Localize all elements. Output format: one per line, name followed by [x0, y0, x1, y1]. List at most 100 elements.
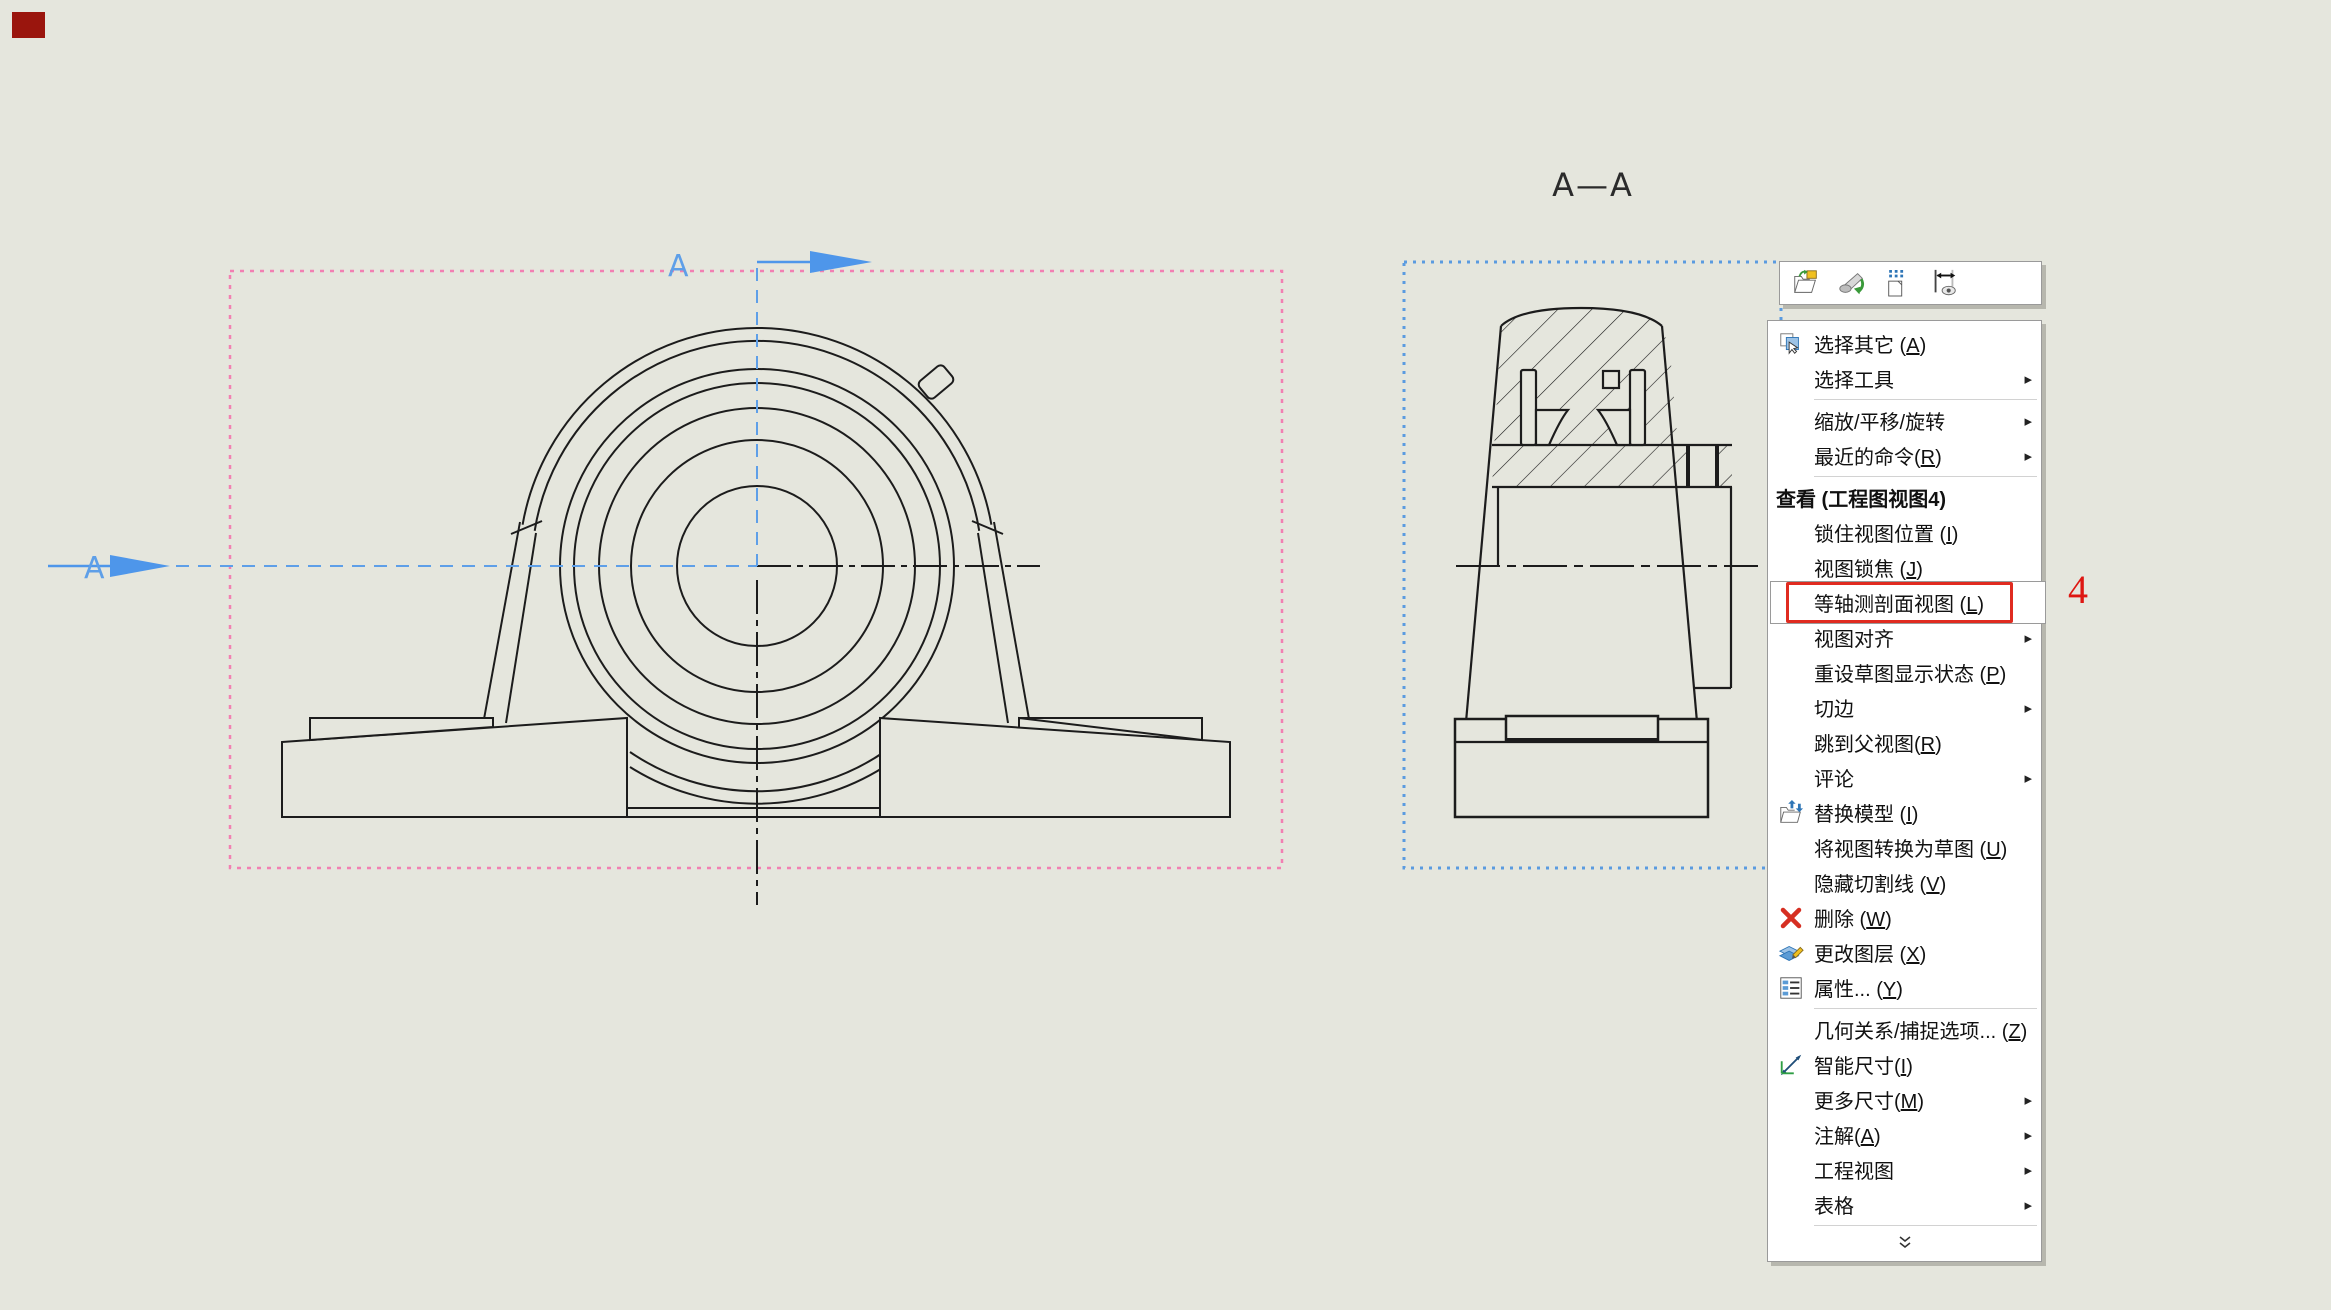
menu-item-label: 视图锁焦 (J)	[1814, 553, 1923, 582]
menu-item-23[interactable]: 智能尺寸(I)	[1768, 1047, 2041, 1082]
menu-item-18[interactable]: 删除 (W)	[1768, 900, 2041, 935]
step-annotation-number: 4	[2068, 566, 2088, 613]
menu-item-icon-spacer	[1768, 1121, 1814, 1149]
section-cut-line	[48, 262, 812, 566]
menu-item-7[interactable]: 锁住视图位置 (I)	[1768, 515, 2041, 550]
menu-item-label: 替换模型 (I)	[1814, 798, 1918, 827]
menu-item-label: 删除 (W)	[1814, 903, 1892, 932]
section-letter-top: A	[668, 249, 689, 284]
menu-separator	[1768, 473, 2041, 480]
menu-item-8[interactable]: 视图锁焦 (J)	[1768, 550, 2041, 585]
menu-item-label: 选择工具	[1814, 364, 1894, 393]
menu-separator	[1768, 1222, 2041, 1229]
drawing-workspace: A A A—A 选择其它 (A)选择工具▸缩放/	[0, 0, 2331, 1310]
menu-item-1[interactable]: 选择工具 ▸	[1768, 361, 2041, 396]
menu-item-19[interactable]: 更改图层 (X)	[1768, 935, 2041, 970]
menu-item-label: 重设草图显示状态 (P)	[1814, 658, 2006, 687]
menu-item-label: 隐藏切割线 (V)	[1814, 868, 1946, 897]
menu-item-25[interactable]: 注解(A) ▸	[1768, 1117, 2041, 1152]
menu-item-label: 查看 (工程图视图4)	[1776, 483, 1946, 512]
smart-dimension-icon	[1768, 1051, 1814, 1079]
submenu-arrow-icon: ▸	[2024, 1161, 2032, 1179]
menu-item-14[interactable]: 评论 ▸	[1768, 760, 2041, 795]
submenu-arrow-icon: ▸	[2024, 1196, 2032, 1214]
menu-item-icon-spacer	[1768, 694, 1814, 722]
menu-item-label: 属性... (Y)	[1814, 973, 1903, 1002]
open-part-icon[interactable]	[1790, 267, 1822, 299]
viewport-column-icon[interactable]	[1882, 267, 1914, 299]
menu-item-label: 视图对齐	[1814, 623, 1894, 652]
menu-item-16[interactable]: 将视图转换为草图 (U)	[1768, 830, 2041, 865]
delete-icon	[1768, 904, 1814, 932]
submenu-arrow-icon: ▸	[2024, 629, 2032, 647]
submenu-arrow-icon: ▸	[2024, 370, 2032, 388]
menu-item-icon-spacer	[1768, 365, 1814, 393]
select-other-icon	[1768, 330, 1814, 358]
menu-item-label: 缩放/平移/旋转	[1814, 406, 1945, 435]
menu-item-label: 锁住视图位置 (I)	[1814, 518, 1958, 547]
section-letter-left: A	[84, 551, 105, 586]
menu-item-27[interactable]: 表格 ▸	[1768, 1187, 2041, 1222]
menu-item-label: 跳到父视图(R)	[1814, 728, 1942, 757]
menu-item-24[interactable]: 更多尺寸(M) ▸	[1768, 1082, 2041, 1117]
menu-item-label: 智能尺寸(I)	[1814, 1050, 1913, 1079]
menu-item-label: 将视图转换为草图 (U)	[1814, 833, 2007, 862]
menu-item-label: 工程视图	[1814, 1155, 1894, 1184]
menu-item-icon-spacer	[1768, 729, 1814, 757]
submenu-arrow-icon: ▸	[2024, 1126, 2032, 1144]
menu-item-label: 更多尺寸(M)	[1814, 1085, 1924, 1114]
menu-item-0[interactable]: 选择其它 (A)	[1768, 326, 2041, 361]
menu-item-icon-spacer	[1768, 1156, 1814, 1184]
menu-item-icon-spacer	[1768, 407, 1814, 435]
menu-item-13[interactable]: 跳到父视图(R)	[1768, 725, 2041, 760]
menu-item-26[interactable]: 工程视图 ▸	[1768, 1152, 2041, 1187]
submenu-arrow-icon: ▸	[2024, 1091, 2032, 1109]
replace-model-icon	[1768, 799, 1814, 827]
menu-item-label: 最近的命令(R)	[1814, 441, 1942, 470]
submenu-arrow-icon: ▸	[2024, 699, 2032, 717]
menu-item-label: 几何关系/捕捉选项... (Z)	[1814, 1015, 2027, 1044]
menu-item-11[interactable]: 重设草图显示状态 (P)	[1768, 655, 2041, 690]
corner-red-marker	[12, 12, 45, 38]
menu-item-17[interactable]: 隐藏切割线 (V)	[1768, 865, 2041, 900]
menu-item-icon-spacer	[1768, 554, 1814, 582]
menu-item-20[interactable]: 属性... (Y)	[1768, 970, 2041, 1005]
menu-separator	[1768, 1005, 2041, 1012]
menu-item-icon-spacer	[1768, 1016, 1814, 1044]
menu-item-icon-spacer	[1768, 659, 1814, 687]
annotation-highlight-box	[1786, 582, 2013, 623]
menu-item-12[interactable]: 切边 ▸	[1768, 690, 2041, 725]
menu-item-22[interactable]: 几何关系/捕捉选项... (Z)	[1768, 1012, 2041, 1047]
context-menu[interactable]: 选择其它 (A) 选择工具 ▸ 缩放/平移/旋转 ▸ 最近的命令(R) ▸ 查看 (工程图视图…	[1767, 320, 2042, 1262]
menu-item-label: 切边	[1814, 693, 1854, 722]
submenu-arrow-icon: ▸	[2024, 769, 2032, 787]
menu-item-icon-spacer	[1768, 764, 1814, 792]
menu-item-icon-spacer	[1768, 1086, 1814, 1114]
menu-item-9[interactable]: 等轴测剖面视图 (L)	[1768, 585, 2041, 620]
menu-expand-chevron-icon[interactable]	[1768, 1229, 2041, 1255]
submenu-arrow-icon: ▸	[2024, 447, 2032, 465]
menu-item-label: 评论	[1814, 763, 1854, 792]
menu-item-label: 注解(A)	[1814, 1120, 1881, 1149]
context-menu-header: 查看 (工程图视图4)	[1768, 480, 2041, 515]
menu-item-label: 选择其它 (A)	[1814, 329, 1926, 358]
menu-item-10[interactable]: 视图对齐 ▸	[1768, 620, 2041, 655]
align-visibility-icon[interactable]	[1928, 267, 1960, 299]
menu-item-icon-spacer	[1768, 624, 1814, 652]
menu-item-3[interactable]: 缩放/平移/旋转 ▸	[1768, 403, 2041, 438]
menu-item-icon-spacer	[1768, 869, 1814, 897]
section-view-label: A—A	[1552, 166, 1634, 204]
menu-item-4[interactable]: 最近的命令(R) ▸	[1768, 438, 2041, 473]
context-toolbar[interactable]	[1779, 261, 2042, 305]
submenu-arrow-icon: ▸	[2024, 412, 2032, 430]
menu-item-icon-spacer	[1768, 442, 1814, 470]
section-arrow-top-icon	[810, 251, 872, 273]
menu-item-icon-spacer	[1768, 834, 1814, 862]
section-drawing-view[interactable]	[1404, 262, 1781, 868]
menu-item-15[interactable]: 替换模型 (I)	[1768, 795, 2041, 830]
properties-icon	[1768, 974, 1814, 1002]
menu-item-icon-spacer	[1768, 519, 1814, 547]
change-layer-icon	[1768, 939, 1814, 967]
rotate-view-icon[interactable]	[1836, 267, 1868, 299]
menu-item-label: 表格	[1814, 1190, 1854, 1219]
